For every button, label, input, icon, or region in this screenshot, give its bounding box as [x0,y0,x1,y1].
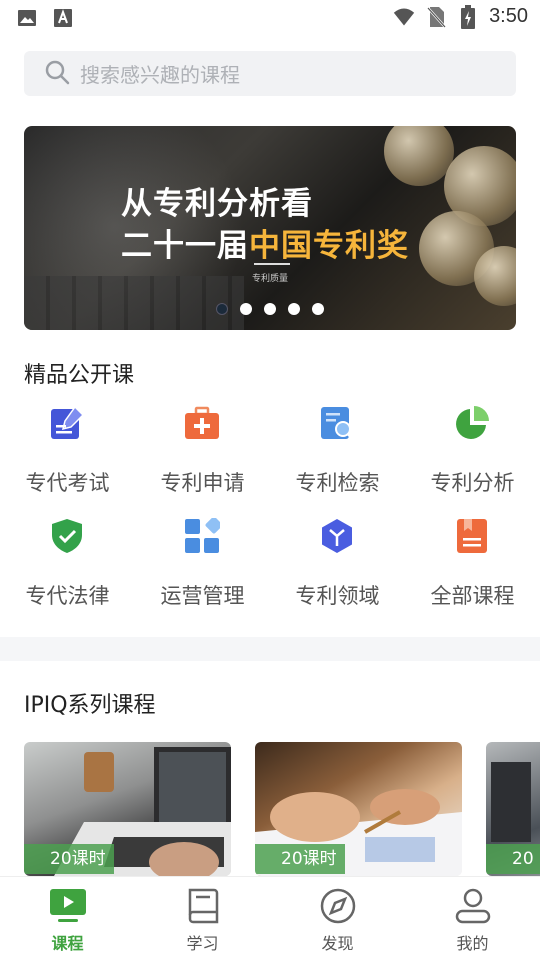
image-icon [16,7,38,29]
course-card[interactable]: 20 [486,742,540,876]
course-hours-badge: 20课时 [255,844,345,874]
tab-discover[interactable]: 发现 [270,877,405,960]
carousel-dot[interactable] [288,303,300,315]
wifi-icon [393,6,415,28]
status-time: 3:50 [489,5,528,27]
search-placeholder: 搜索感兴趣的课程 [80,63,240,87]
search-document-icon [319,405,355,441]
banner-rule [254,263,290,265]
search-bar[interactable]: 搜索感兴趣的课程 [24,51,516,96]
banner-headline-line2: 二十一届中国专利奖 [121,220,409,265]
category-label: 专利申请 [160,471,245,495]
section-title-ipiq: IPIQ系列课程 [24,693,156,718]
category-label: 专代法律 [25,584,110,608]
category-label: 运营管理 [160,584,245,608]
no-sim-icon [425,6,447,28]
category-label: 专利分析 [430,471,515,495]
status-bar: 3:50 [0,0,540,36]
category-label: 专利检索 [295,471,380,495]
notebook-icon [184,887,222,925]
battery-charging-icon [457,4,479,29]
tab-label: 学习 [186,934,219,953]
tab-label: 课程 [51,934,84,953]
category-label: 全部课程 [430,584,515,608]
carousel-dot[interactable] [240,303,252,315]
course-carousel[interactable]: 20课时 20课时 20 [0,742,540,876]
category-label: 专代考试 [25,471,110,495]
banner-headline-prefix: 二十一届 [121,228,249,264]
search-icon [44,59,80,89]
medical-kit-icon [184,405,220,441]
promo-banner[interactable]: 从专利分析看 二十一届中国专利奖 专利质量 [24,126,516,330]
tab-courses[interactable]: 课程 [0,877,135,960]
course-hours-badge: 20课时 [24,844,114,874]
carousel-dot[interactable] [216,303,228,315]
category-label: 专利领域 [295,584,380,608]
font-download-icon [52,7,74,29]
carousel-dot[interactable] [312,303,324,315]
cube-icon [319,518,355,554]
carousel-dot[interactable] [264,303,276,315]
tab-label: 我的 [456,934,489,953]
play-screen-icon [49,887,87,925]
book-icon [454,518,490,554]
course-card[interactable]: 20课时 [24,742,231,876]
compass-icon [319,887,357,925]
banner-headline-highlight: 中国专利奖 [249,228,409,264]
banner-keyboard-image [24,276,244,330]
section-divider [0,637,540,661]
course-hours-badge: 20 [486,844,540,874]
edit-document-icon [49,405,85,441]
tab-label: 发现 [321,934,354,953]
banner-decor-orb [384,126,454,186]
section-title-open-courses: 精品公开课 [24,363,135,388]
course-card[interactable]: 20课时 [255,742,462,876]
banner-headline-line1: 从专利分析看 [121,186,313,222]
carousel-dots [216,303,324,315]
user-icon [454,887,492,925]
tab-study[interactable]: 学习 [135,877,270,960]
grid-apps-icon [184,516,223,554]
bottom-tab-bar: 课程 学习 发现 我的 [0,876,540,960]
banner-caption: 专利质量 [252,274,289,284]
shield-check-icon [49,518,85,554]
tab-me[interactable]: 我的 [405,877,540,960]
pie-chart-icon [454,405,490,441]
